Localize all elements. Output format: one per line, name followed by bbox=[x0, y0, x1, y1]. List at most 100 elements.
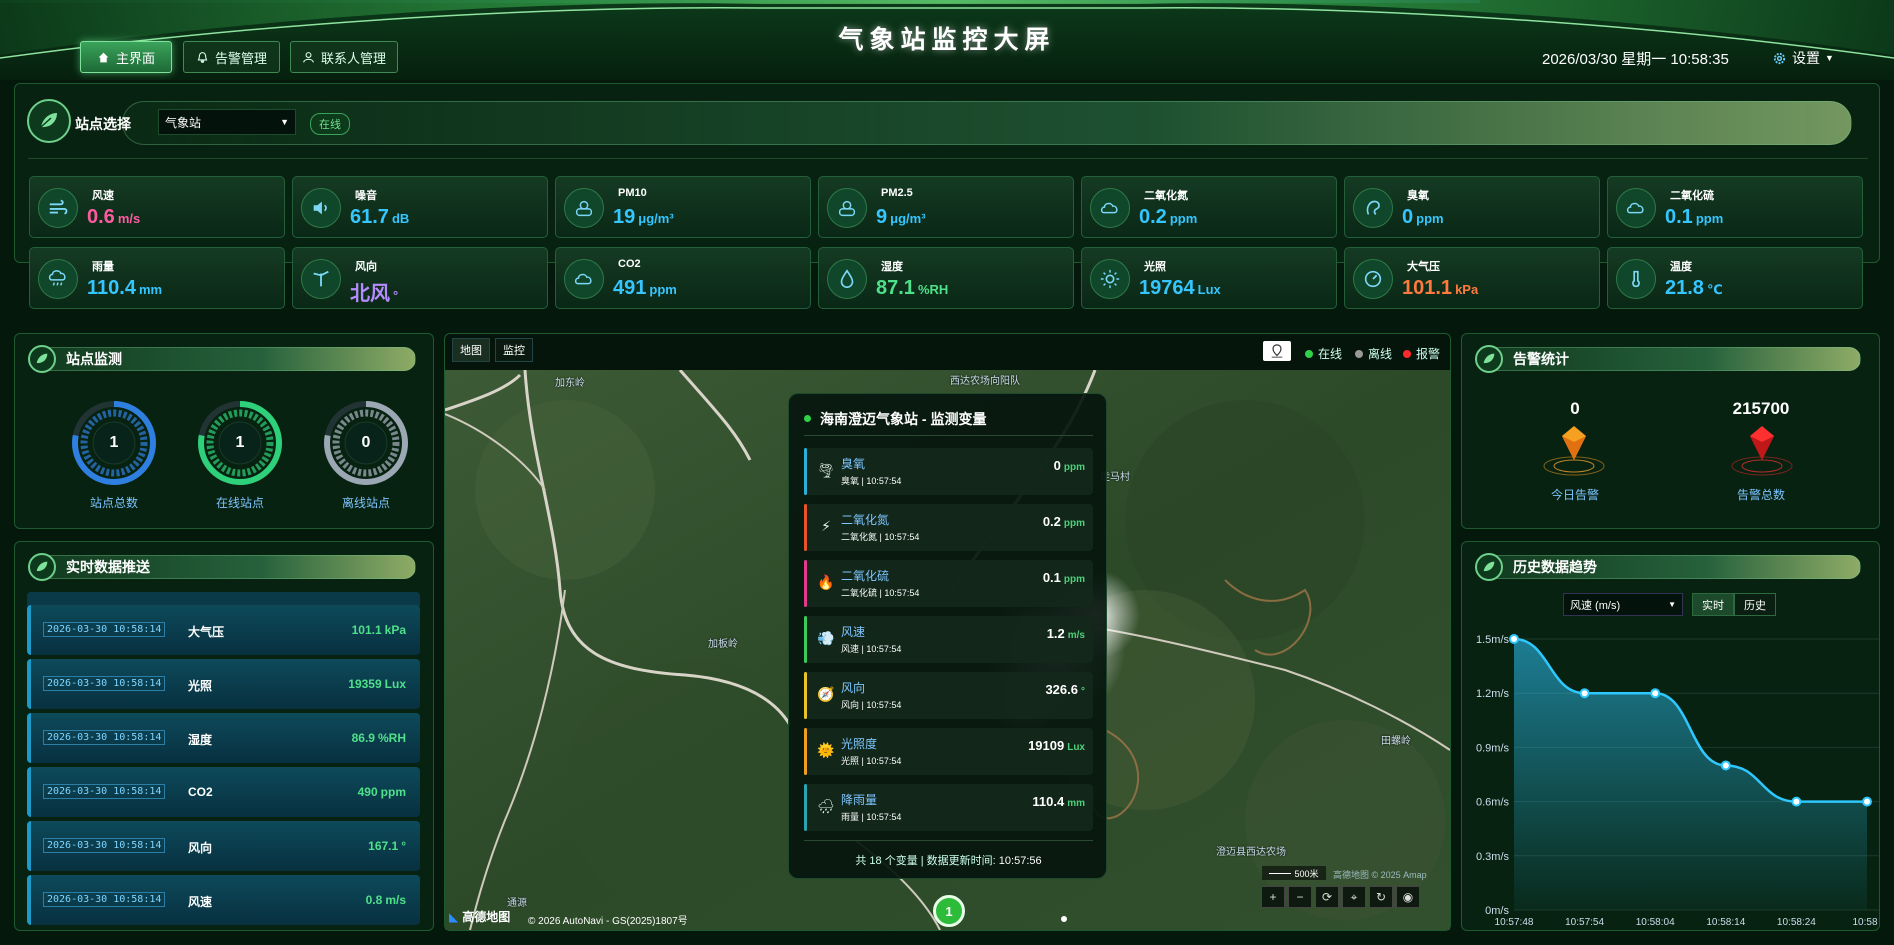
leaf-icon bbox=[1475, 345, 1503, 373]
realtime-row: 2026-03-30 10:58:14 风速 0.8 m/s bbox=[27, 875, 420, 925]
variable-name: 臭氧 bbox=[841, 457, 866, 471]
no2-icon bbox=[1090, 188, 1130, 228]
home-icon bbox=[98, 52, 109, 62]
place-label: 西达农场向阳队 bbox=[950, 376, 1020, 387]
variable-unit: m/s bbox=[1067, 630, 1085, 641]
pin-icon bbox=[1271, 344, 1283, 358]
reset-button[interactable]: ↻ bbox=[1369, 886, 1393, 908]
variable-unit: ppm bbox=[1063, 574, 1085, 585]
sensor-value: 19764 Lux bbox=[1139, 277, 1221, 300]
variable-icon: 🌧 bbox=[817, 797, 835, 814]
location-button[interactable]: ⌖ bbox=[1342, 886, 1366, 908]
row-name: 风向 bbox=[188, 841, 213, 855]
nav-contacts-button[interactable]: 联系人管理 bbox=[290, 41, 398, 73]
row-timestamp: 2026-03-30 10:58:14 bbox=[43, 622, 166, 637]
sensor-value: 北风 ° bbox=[350, 277, 398, 306]
ring-value: 1 bbox=[235, 434, 245, 451]
sensor-value-number: 19764 bbox=[1139, 277, 1195, 299]
nav-main-button[interactable]: 主界面 bbox=[80, 41, 172, 73]
realtime-row: 2026-03-30 10:58:14 大气压 101.1 kPa bbox=[27, 605, 420, 655]
sensor-value: 87.1 %RH bbox=[876, 277, 948, 300]
row-value-number: 86.9 bbox=[351, 731, 375, 745]
ozone-icon bbox=[1353, 188, 1393, 228]
sensor-value: 0.6 m/s bbox=[87, 206, 140, 229]
variable-value: 0 ppm bbox=[1054, 458, 1085, 473]
row-value-number: 19359 bbox=[348, 677, 382, 691]
data-point bbox=[1862, 796, 1872, 807]
variable-icon: ⚡ bbox=[821, 517, 831, 534]
zoom-out-button[interactable]: − bbox=[1288, 886, 1312, 908]
row-name: 风速 bbox=[188, 895, 213, 909]
variable-color-bar bbox=[804, 560, 807, 607]
sensor-name: 噪音 bbox=[355, 190, 377, 202]
station-monitor-title: 站点监测 bbox=[28, 345, 416, 373]
row-timestamp: 2026-03-30 10:58:14 bbox=[43, 676, 166, 691]
realtime-title: 实时数据推送 bbox=[28, 553, 416, 581]
divider bbox=[28, 158, 1868, 159]
place-label: 田螺岭 bbox=[1381, 736, 1411, 747]
sensor-unit: %RH bbox=[917, 282, 949, 297]
sensor-unit: Lux bbox=[1197, 282, 1221, 297]
variable-color-bar bbox=[804, 728, 807, 775]
minus-icon: − bbox=[1296, 890, 1304, 904]
refresh-button[interactable]: ⟳ bbox=[1315, 886, 1339, 908]
data-point bbox=[1791, 796, 1802, 807]
sensor-unit: μg/m³ bbox=[890, 211, 926, 226]
sensor-unit: dB bbox=[391, 211, 410, 226]
sensor-value-number: 0.6 bbox=[87, 206, 115, 228]
tab-monitor[interactable]: 监控 bbox=[495, 338, 533, 362]
alarm-title: 告警统计 bbox=[1475, 345, 1861, 373]
variable-sub: 风向 | 10:57:54 bbox=[841, 700, 902, 710]
variable-value: 19109 Lux bbox=[1028, 738, 1085, 753]
variable-color-bar bbox=[804, 448, 807, 495]
variable-value: 0.2 ppm bbox=[1043, 514, 1085, 529]
divider bbox=[804, 435, 1093, 436]
sensor-unit: mm bbox=[138, 282, 163, 297]
sensor-name: 臭氧 bbox=[1407, 190, 1429, 202]
today-alarm-value: 0 bbox=[1570, 399, 1580, 418]
chevron-down-icon: ▼ bbox=[280, 117, 289, 127]
sensor-unit: kPa bbox=[1455, 282, 1479, 297]
sensor-name: 光照 bbox=[1144, 261, 1166, 273]
y-tick-label: 1.5m/s bbox=[1476, 634, 1510, 646]
view-button[interactable]: ◉ bbox=[1396, 886, 1420, 908]
sensor-value: 0 ppm bbox=[1402, 206, 1444, 229]
tab-realtime[interactable]: 实时 bbox=[1692, 593, 1734, 616]
nav-alarm-button[interactable]: 告警管理 bbox=[183, 41, 280, 73]
variable-value: 326.6 ° bbox=[1045, 682, 1085, 697]
y-tick-label: 0.3m/s bbox=[1476, 851, 1510, 863]
locate-button[interactable] bbox=[1263, 341, 1291, 361]
row-timestamp: 2026-03-30 10:58:14 bbox=[43, 892, 166, 907]
y-tick-label: 0m/s bbox=[1485, 905, 1509, 917]
tab-map[interactable]: 地图 bbox=[452, 338, 490, 362]
station-select-label: 站点选择 bbox=[75, 116, 131, 132]
station-marker[interactable]: 1 bbox=[933, 895, 965, 927]
variable-name: 风速 bbox=[841, 625, 866, 639]
sensor-card: PM10 19 μg/m³ bbox=[555, 176, 811, 238]
datetime-display: 2026/03/30 星期一 10:58:35 bbox=[1542, 51, 1729, 68]
x-tick-label: 10:58 bbox=[1852, 917, 1877, 928]
tab-history[interactable]: 历史 bbox=[1734, 593, 1776, 616]
variable-value-number: 0 bbox=[1053, 458, 1061, 473]
station-select[interactable]: 气象站 ▼ bbox=[158, 109, 296, 135]
row-timestamp: 2026-03-30 10:58:14 bbox=[43, 730, 166, 745]
sensor-value-number: 61.7 bbox=[350, 206, 389, 228]
sensor-value-number: 北风 bbox=[350, 283, 390, 305]
zoom-in-button[interactable]: + bbox=[1261, 886, 1285, 908]
history-line-chart: 0m/s 0.3m/s 0.6m/s 0.9m/s 1.2m/s 1.5m/s 10:57:… bbox=[1476, 634, 1879, 928]
metric-select[interactable]: 风速 (m/s) ▼ bbox=[1563, 593, 1683, 616]
variable-value-number: 1.2 bbox=[1046, 626, 1065, 641]
place-label: 加东岭 bbox=[555, 378, 585, 389]
row-name: 大气压 bbox=[188, 625, 225, 639]
settings-menu[interactable]: 设置 ▼ bbox=[1772, 48, 1834, 68]
popup-footer: 共 18 个变量 | 数据更新时间: 10:57:56 bbox=[855, 855, 1042, 867]
leaf-logo-icon bbox=[27, 99, 71, 143]
variable-name: 风向 bbox=[841, 681, 866, 695]
total-alarm-label: 告警总数 bbox=[1736, 488, 1785, 502]
sensor-value-number: 491 bbox=[613, 277, 647, 299]
row-value: 19359 Lux bbox=[348, 677, 406, 691]
sensor-value: 61.7 dB bbox=[350, 206, 409, 229]
x-tick-label: 10:57:54 bbox=[1565, 917, 1604, 928]
x-tick-label: 10:58:04 bbox=[1636, 917, 1675, 928]
variable-icon: 🌞 bbox=[817, 741, 835, 758]
